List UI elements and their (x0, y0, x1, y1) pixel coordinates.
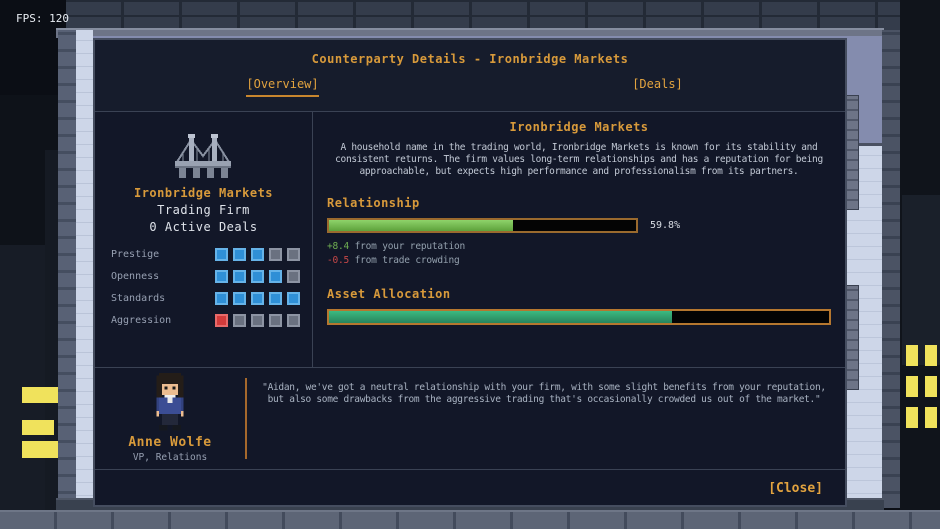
modifier-trade-crowding: -0.5 from trade crowding (327, 255, 831, 266)
advisor-name: Anne Wolfe (128, 435, 212, 450)
lit-window (22, 441, 58, 458)
asset-allocation-heading: Asset Allocation (327, 287, 451, 301)
brick-pillar-right (882, 30, 902, 508)
advisor-title: VP, Relations (132, 452, 208, 463)
overview-heading: Ironbridge Markets (509, 120, 649, 134)
window-blind-right (845, 285, 859, 390)
stat-label: Openness (111, 271, 160, 282)
stat-square (215, 248, 228, 261)
relationship-heading: Relationship (327, 196, 420, 210)
stat-square (233, 270, 246, 283)
stat-square (215, 270, 228, 283)
stat-square (233, 314, 246, 327)
advisor-portrait (156, 373, 184, 431)
lit-window (906, 376, 918, 397)
close-button[interactable]: [Close] (762, 480, 829, 497)
firm-description: A household name in the trading world, I… (335, 142, 823, 177)
stat-square (233, 248, 246, 261)
modifier-text: from your reputation (354, 241, 466, 252)
asset-allocation-bar (327, 309, 831, 325)
stat-square (251, 270, 264, 283)
asset-allocation-bar-row (327, 309, 831, 325)
modal-header: Counterparty Details - Ironbridge Market… (95, 40, 845, 112)
counterparty-details-modal: Counterparty Details - Ironbridge Market… (93, 38, 847, 507)
city-building (902, 195, 940, 365)
stat-square (251, 292, 264, 305)
tab-deals[interactable]: [Deals] (470, 77, 845, 97)
lit-window (906, 407, 918, 428)
fps-counter: FPS: 120 (16, 12, 69, 25)
stat-squares (210, 292, 300, 305)
stat-square (269, 248, 282, 261)
asset-allocation-bar-fill (329, 311, 672, 323)
stat-square (287, 270, 300, 283)
firm-active-deals: 0 Active Deals (149, 220, 258, 234)
stat-row-openness: Openness (95, 270, 312, 283)
interior-wall-left (76, 30, 93, 508)
relationship-percent: 59.8% (650, 220, 681, 231)
modifier-text: from trade crowding (354, 255, 460, 266)
relationship-bar-row: 59.8% (327, 218, 831, 233)
stat-square (269, 314, 282, 327)
tab-overview-label: [Overview] (246, 77, 319, 97)
stat-square (215, 314, 228, 327)
relationship-bar-fill (329, 220, 513, 231)
brick-wall-bottom (0, 510, 940, 529)
relationship-bar (327, 218, 638, 233)
stat-square (215, 292, 228, 305)
modifier-value: -0.5 (327, 255, 350, 266)
lit-window (906, 345, 918, 366)
modal-body: Ironbridge Markets Trading Firm 0 Active… (95, 112, 845, 367)
lit-window (925, 345, 937, 366)
advisor-card: Anne Wolfe VP, Relations (95, 368, 245, 469)
advisor-section: Anne Wolfe VP, Relations "Aidan, we've g… (95, 367, 845, 469)
stat-square (269, 292, 282, 305)
stat-square (287, 248, 300, 261)
lit-window (925, 376, 937, 397)
advisor-quote: "Aidan, we've got a neutral relationship… (262, 382, 826, 405)
modifier-value: +8.4 (327, 241, 350, 252)
tab-overview[interactable]: [Overview] (95, 77, 470, 97)
window-blind-right (845, 95, 859, 210)
stat-square (233, 292, 246, 305)
tab-deals-label: [Deals] (632, 77, 683, 91)
firm-name: Ironbridge Markets (133, 186, 274, 200)
firm-stats: Prestige Openness Standards Aggression (95, 248, 312, 327)
stat-square (251, 314, 264, 327)
modal-footer: [Close] (95, 469, 845, 507)
stat-row-prestige: Prestige (95, 248, 312, 261)
stat-squares (210, 248, 300, 261)
stat-square (287, 292, 300, 305)
stat-square (251, 248, 264, 261)
tab-bar: [Overview] [Deals] (95, 77, 845, 97)
stat-label: Prestige (111, 249, 160, 260)
modal-title: Counterparty Details - Ironbridge Market… (311, 52, 629, 66)
stat-square (269, 270, 282, 283)
relationship-modifiers: +8.4 from your reputation -0.5 from trad… (327, 241, 831, 266)
stat-square (287, 314, 300, 327)
stat-squares (210, 314, 300, 327)
lit-window (22, 420, 54, 435)
stat-label: Aggression (111, 315, 172, 326)
lit-window (22, 387, 58, 403)
modifier-reputation: +8.4 from your reputation (327, 241, 831, 252)
brick-pillar-left (58, 30, 76, 508)
stat-row-standards: Standards (95, 292, 312, 305)
stat-squares (210, 270, 300, 283)
bridge-icon (174, 134, 231, 178)
stat-row-aggression: Aggression (95, 314, 312, 327)
firm-panel: Ironbridge Markets Trading Firm 0 Active… (95, 112, 313, 367)
overview-panel: Ironbridge Markets A household name in t… (313, 112, 845, 367)
lit-window (925, 407, 937, 428)
brick-wall-top (66, 0, 940, 30)
firm-type: Trading Firm (157, 203, 250, 217)
stat-label: Standards (111, 293, 166, 304)
